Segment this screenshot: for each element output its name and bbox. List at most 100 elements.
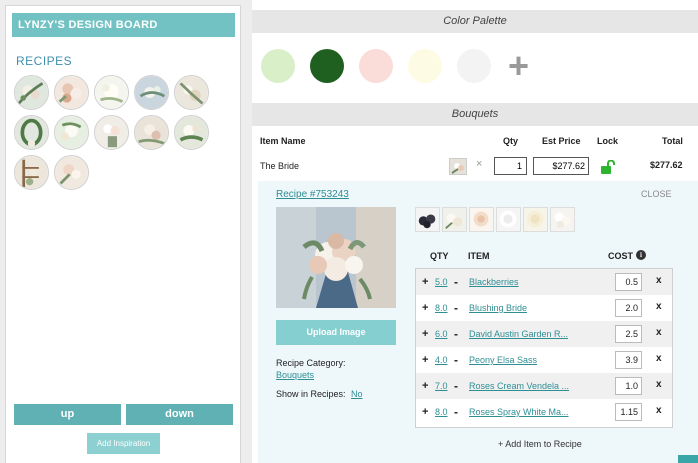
remove-ingredient-button[interactable]: x <box>656 353 662 364</box>
bouquet-total: $277.62 <box>650 160 683 170</box>
ingredient-cost-input[interactable]: 3.9 <box>615 351 642 369</box>
ingredient-qty[interactable]: 5.0 <box>435 277 448 287</box>
increase-qty-button[interactable]: + <box>422 328 428 340</box>
bouquet-qty-input[interactable] <box>494 157 527 175</box>
move-up-button[interactable]: up <box>14 404 121 425</box>
col-qty: Qty <box>503 136 519 146</box>
recipe-category-link[interactable]: Bouquets <box>276 370 314 380</box>
recipe-thumbnail[interactable] <box>174 115 209 150</box>
ingredient-row: + 6.0 - David Austin Garden R... 2.5 x <box>416 321 672 347</box>
remove-ingredient-button[interactable]: x <box>656 301 662 312</box>
add-color-plus-icon[interactable]: + <box>508 48 529 84</box>
increase-qty-button[interactable]: + <box>422 380 428 392</box>
corner-tab[interactable] <box>678 455 698 463</box>
remove-ingredient-button[interactable]: x <box>656 275 662 286</box>
recipe-thumbnail[interactable] <box>94 115 129 150</box>
decrease-qty-button[interactable]: - <box>454 275 458 289</box>
ingredient-qty[interactable]: 8.0 <box>435 303 448 313</box>
ingredient-name[interactable]: Blushing Bride <box>469 303 577 313</box>
ingredient-cost-input[interactable]: 2.0 <box>615 299 642 317</box>
bouquet-price-input[interactable] <box>533 157 589 175</box>
flower-thumbnail[interactable] <box>415 207 440 232</box>
flower-thumbnail[interactable] <box>469 207 494 232</box>
ingredients-cost-header: COST <box>608 251 634 261</box>
bouquets-header: Bouquets <box>252 103 698 126</box>
board-title: LYNZY'S DESIGN BOARD <box>12 13 235 37</box>
recipe-thumbnail[interactable] <box>134 115 169 150</box>
ingredient-qty[interactable]: 4.0 <box>435 355 448 365</box>
recipe-photo <box>276 207 396 308</box>
ingredient-cost-input[interactable]: 1.15 <box>615 403 642 421</box>
recipes-heading: RECIPES <box>16 54 73 68</box>
remove-ingredient-button[interactable]: x <box>656 405 662 416</box>
ingredient-qty[interactable]: 6.0 <box>435 329 448 339</box>
color-swatch[interactable] <box>310 49 344 83</box>
col-est-price: Est Price <box>542 136 581 146</box>
ingredient-row: + 4.0 - Peony Elsa Sass 3.9 x <box>416 347 672 373</box>
recipe-thumbnail[interactable] <box>54 115 89 150</box>
recipe-thumbnail[interactable] <box>174 75 209 110</box>
info-icon[interactable]: i <box>636 250 646 260</box>
ingredients-qty-header: QTY <box>430 251 449 261</box>
decrease-qty-button[interactable]: - <box>454 301 458 315</box>
decrease-qty-button[interactable]: - <box>454 353 458 367</box>
move-down-button[interactable]: down <box>126 404 233 425</box>
color-swatch[interactable] <box>261 49 295 83</box>
ingredient-name[interactable]: Roses Spray White Ma... <box>469 407 577 417</box>
recipe-thumbnail[interactable] <box>14 155 49 190</box>
decrease-qty-button[interactable]: - <box>454 327 458 341</box>
ingredient-cost-input[interactable]: 1.0 <box>615 377 642 395</box>
flower-thumbnail[interactable] <box>550 207 575 232</box>
ingredient-row: + 7.0 - Roses Cream Vendela ... 1.0 x <box>416 373 672 399</box>
decrease-qty-button[interactable]: - <box>454 405 458 419</box>
col-item-name: Item Name <box>260 136 306 146</box>
close-recipe-button[interactable]: CLOSE <box>641 189 672 199</box>
unlock-icon[interactable] <box>600 160 616 174</box>
increase-qty-button[interactable]: + <box>422 302 428 314</box>
recipe-category-label: Recipe Category: <box>276 358 346 368</box>
ingredient-row: + 8.0 - Blushing Bride 2.0 x <box>416 295 672 321</box>
show-in-recipes-link[interactable]: No <box>351 389 363 399</box>
upload-image-button[interactable]: Upload Image <box>276 320 396 345</box>
color-swatch[interactable] <box>457 49 491 83</box>
recipe-thumbnail[interactable] <box>54 155 89 190</box>
recipe-thumbnail[interactable] <box>54 75 89 110</box>
recipe-thumbnail[interactable] <box>14 75 49 110</box>
col-total: Total <box>662 136 683 146</box>
show-in-recipes-label: Show in Recipes: <box>276 389 346 399</box>
bouquet-row: The Bride × $277.62 <box>252 152 698 180</box>
flower-thumbnail[interactable] <box>442 207 467 232</box>
remove-bouquet-icon[interactable]: × <box>476 158 482 170</box>
color-swatch[interactable] <box>408 49 442 83</box>
ingredient-name[interactable]: Roses Cream Vendela ... <box>469 381 577 391</box>
flower-thumbnail[interactable] <box>523 207 548 232</box>
design-board-panel: LYNZY'S DESIGN BOARD RECIPES up down Add… <box>5 5 241 463</box>
ingredient-cost-input[interactable]: 2.5 <box>615 325 642 343</box>
ingredient-qty[interactable]: 7.0 <box>435 381 448 391</box>
color-palette-header: Color Palette <box>252 10 698 33</box>
remove-ingredient-button[interactable]: x <box>656 379 662 390</box>
ingredients-table: + 5.0 - Blackberries 0.5 x + 8.0 - Blush… <box>415 268 673 428</box>
add-item-to-recipe-button[interactable]: + Add Item to Recipe <box>498 439 582 449</box>
col-lock: Lock <box>597 136 619 146</box>
recipe-link[interactable]: Recipe #753243 <box>276 189 349 200</box>
increase-qty-button[interactable]: + <box>422 406 428 418</box>
ingredient-qty[interactable]: 8.0 <box>435 407 448 417</box>
add-inspiration-button[interactable]: Add Inspiration <box>87 433 160 454</box>
bouquet-thumbnail[interactable] <box>449 158 467 175</box>
recipe-thumbnail[interactable] <box>14 115 49 150</box>
recipe-thumbnail[interactable] <box>134 75 169 110</box>
ingredient-name[interactable]: Blackberries <box>469 277 577 287</box>
ingredient-row: + 5.0 - Blackberries 0.5 x <box>416 269 672 295</box>
recipe-thumbnail[interactable] <box>94 75 129 110</box>
increase-qty-button[interactable]: + <box>422 354 428 366</box>
ingredient-name[interactable]: Peony Elsa Sass <box>469 355 577 365</box>
bouquet-name: The Bride <box>260 161 300 171</box>
increase-qty-button[interactable]: + <box>422 276 428 288</box>
color-swatch[interactable] <box>359 49 393 83</box>
ingredient-name[interactable]: David Austin Garden R... <box>469 329 577 339</box>
flower-thumbnail[interactable] <box>496 207 521 232</box>
remove-ingredient-button[interactable]: x <box>656 327 662 338</box>
decrease-qty-button[interactable]: - <box>454 379 458 393</box>
ingredient-cost-input[interactable]: 0.5 <box>615 273 642 291</box>
